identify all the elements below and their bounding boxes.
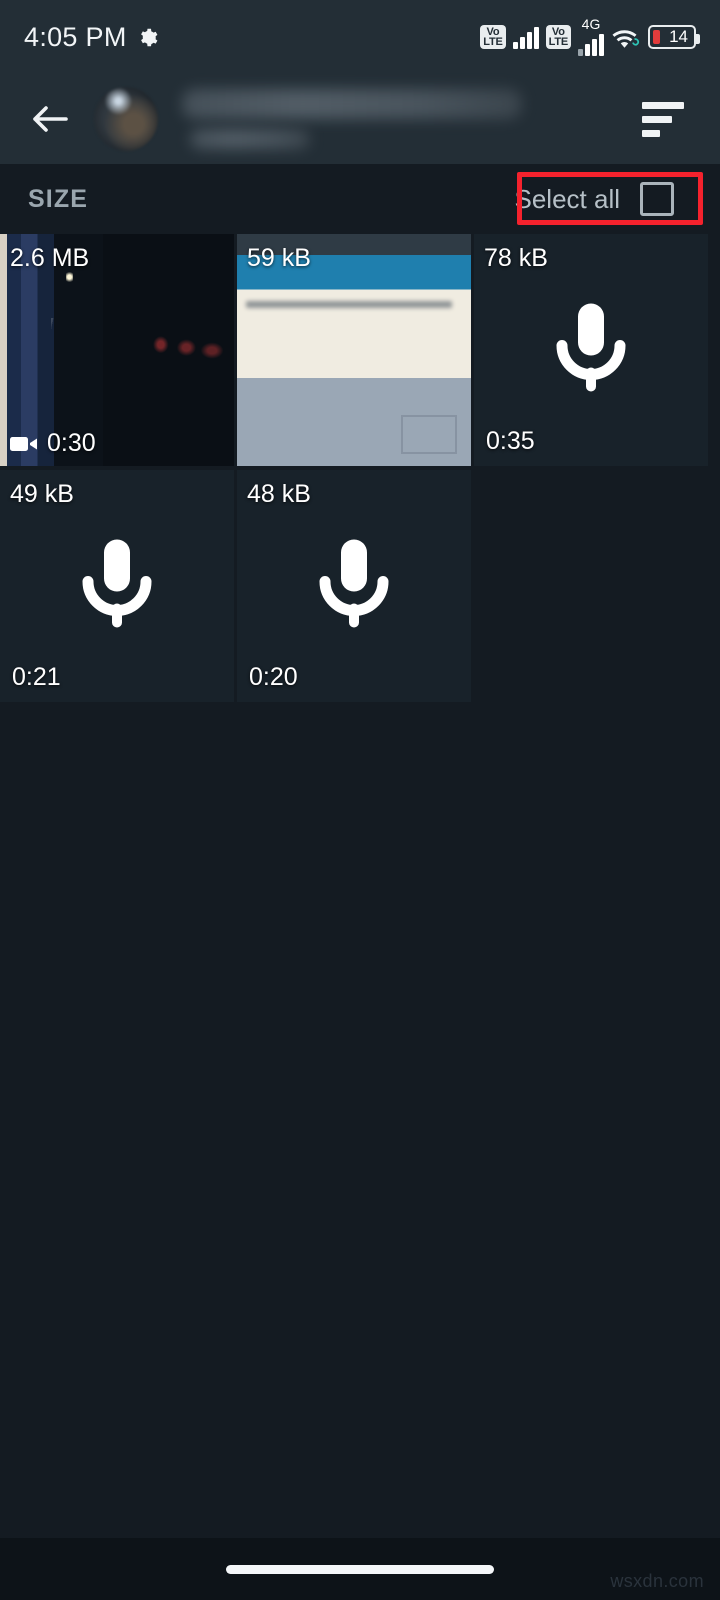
home-indicator[interactable] bbox=[226, 1564, 494, 1574]
media-duration-text: 0:35 bbox=[486, 427, 535, 455]
volte-bottom-text: LTE bbox=[483, 36, 503, 48]
watermark: wsxdn.com bbox=[610, 1571, 704, 1591]
media-duration-text: 0:20 bbox=[249, 663, 298, 691]
microphone-icon bbox=[78, 534, 156, 639]
media-grid: 2.6 MB 0:30 59 kB 78 kB 0:35 49 kB 0:21 … bbox=[0, 234, 720, 702]
volte-icon-sim1: Vo LTE bbox=[480, 25, 506, 49]
page-title: SIZE bbox=[28, 184, 88, 213]
signal-bars-sim2 bbox=[578, 32, 604, 56]
media-size-label: 59 kB bbox=[247, 244, 311, 272]
media-duration-label: 0:35 bbox=[486, 427, 535, 456]
media-tile-image[interactable]: 59 kB bbox=[237, 234, 471, 466]
select-all-checkbox[interactable] bbox=[640, 182, 674, 216]
video-camera-icon bbox=[10, 436, 37, 451]
media-size-label: 48 kB bbox=[247, 480, 311, 508]
select-all-button[interactable]: Select all bbox=[493, 170, 693, 228]
battery-icon: 14 bbox=[648, 25, 700, 49]
select-all-label: Select all bbox=[514, 183, 621, 214]
mobile-data-indicator: 4G bbox=[578, 16, 604, 56]
sort-icon[interactable] bbox=[642, 91, 698, 147]
media-size-label: 2.6 MB bbox=[10, 244, 90, 272]
battery-fill bbox=[653, 30, 660, 44]
media-tile-audio[interactable]: 78 kB 0:35 bbox=[474, 234, 708, 466]
status-time: 4:05 PM bbox=[24, 21, 127, 52]
signal-bars-sim1 bbox=[512, 25, 539, 49]
media-grid-row: 2.6 MB 0:30 59 kB 78 kB 0:35 bbox=[0, 234, 720, 466]
microphone-icon bbox=[552, 298, 630, 403]
network-type-label: 4G bbox=[581, 16, 601, 32]
battery-percentage: 14 bbox=[669, 27, 688, 46]
media-tile-audio[interactable]: 48 kB 0:20 bbox=[237, 470, 471, 702]
volte-icon-sim2: Vo LTE bbox=[545, 25, 571, 49]
avatar[interactable] bbox=[94, 87, 158, 151]
microphone-icon bbox=[315, 534, 393, 639]
thumbnail-text-line bbox=[246, 301, 453, 309]
phone-screen: 4:05 PM Vo LTE Vo LTE 4G 14 SIZE Select … bbox=[0, 0, 720, 1600]
media-duration-text: 0:30 bbox=[47, 429, 96, 457]
media-duration-label: 0:30 bbox=[10, 429, 96, 458]
media-duration-label: 0:21 bbox=[12, 663, 61, 692]
media-size-label: 78 kB bbox=[484, 244, 548, 272]
page-title bbox=[182, 89, 522, 119]
media-size-label: 49 kB bbox=[10, 480, 74, 508]
media-grid-row: 49 kB 0:21 48 kB 0:20 bbox=[0, 470, 720, 702]
thumbnail-box-shape bbox=[400, 414, 457, 455]
media-duration-label: 0:20 bbox=[249, 663, 298, 692]
wifi-icon bbox=[611, 25, 641, 49]
gear-icon bbox=[137, 27, 158, 48]
status-bar-left: 4:05 PM bbox=[24, 22, 158, 53]
back-button[interactable] bbox=[22, 91, 78, 147]
media-tile-video[interactable]: 2.6 MB 0:30 bbox=[0, 234, 234, 466]
media-grid-empty-cell bbox=[474, 470, 708, 702]
status-bar-right: Vo LTE Vo LTE 4G 14 bbox=[480, 16, 700, 56]
chat-title-block[interactable] bbox=[182, 89, 642, 149]
media-tile-audio[interactable]: 49 kB 0:21 bbox=[0, 470, 234, 702]
section-header: SIZE Select all bbox=[0, 164, 720, 234]
volte-bottom-text-2: LTE bbox=[548, 36, 569, 48]
media-duration-text: 0:21 bbox=[12, 663, 61, 691]
app-bar bbox=[0, 74, 720, 164]
status-bar: 4:05 PM Vo LTE Vo LTE 4G 14 bbox=[0, 0, 720, 74]
page-subtitle bbox=[190, 129, 310, 149]
